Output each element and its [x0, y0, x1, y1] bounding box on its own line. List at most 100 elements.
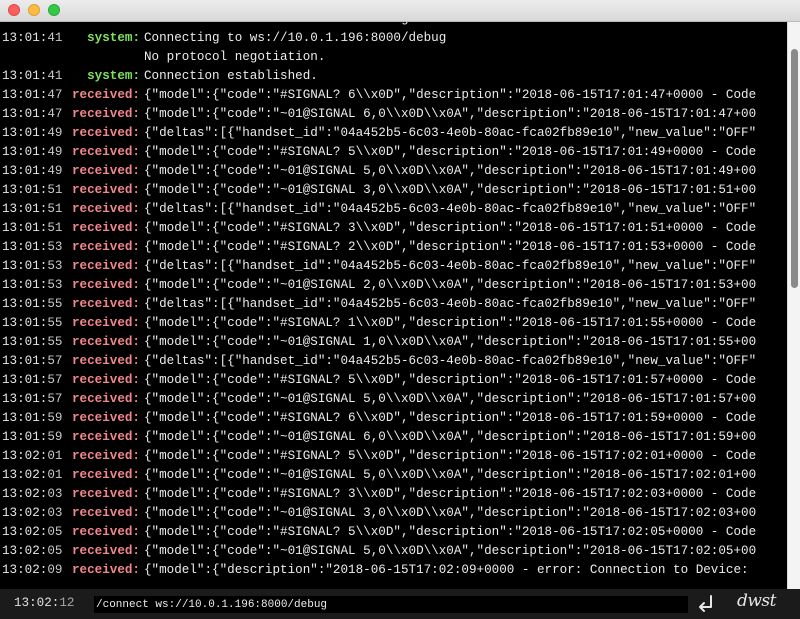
log-source-label: received:	[71, 449, 140, 463]
app-logo: dwst	[737, 591, 777, 611]
enter-return-icon[interactable]	[697, 593, 715, 615]
log-scrollbar[interactable]	[787, 21, 800, 589]
close-window-button[interactable]	[8, 4, 20, 16]
log-row: 13:01:51 received: {"model":{"code":"#SIGN…	[0, 219, 787, 238]
clock: 13:02:12	[14, 596, 74, 610]
log-message-line: {"model":{"code":"~01@SIGNAL 5,0\\x0D\\x…	[144, 544, 757, 558]
log-message: {"deltas":[{"handset_id":"04a452b5-6c03-…	[144, 295, 787, 314]
log-timestamp-hours-minutes: 13:02:	[2, 487, 48, 501]
log-source-label: received:	[71, 411, 140, 425]
log-row: 13:01:41 system: Connection established.	[0, 67, 787, 86]
log-scrollbar-thumb[interactable]	[791, 49, 798, 288]
log-source-label: received:	[71, 468, 140, 482]
log-message: {"deltas":[{"handset_id":"04a452b5-6c03-…	[144, 124, 787, 143]
log-timestamp: 13:02:03	[0, 504, 70, 523]
maximize-window-button[interactable]	[48, 4, 60, 16]
log-timestamp-hours-minutes: 13:02:	[2, 449, 48, 463]
log-source-label: received:	[71, 126, 140, 140]
log-timestamp-hours-minutes: 13:01:	[2, 411, 48, 425]
log-message-line: {"deltas":[{"handset_id":"04a452b5-6c03-…	[144, 126, 757, 140]
log-timestamp-seconds: 53	[47, 240, 63, 254]
log-source-label: received:	[71, 373, 140, 387]
log-timestamp-seconds: 01	[47, 449, 63, 463]
log-timestamp: 13:01:49	[0, 124, 70, 143]
log-message: {"model":{"description":"2018-06-15T17:0…	[144, 561, 787, 579]
log-row: 13:02:05 received: {"model":{"code":"~01@S…	[0, 542, 787, 561]
log-timestamp-seconds: 47	[47, 107, 63, 121]
log-timestamp: 13:01:49	[0, 143, 70, 162]
log-source-label: received:	[71, 544, 140, 558]
log-message-line: {"deltas":[{"handset_id":"04a452b5-6c03-…	[144, 202, 757, 216]
log-message-line: {"deltas":[{"handset_id":"04a452b5-6c03-…	[144, 297, 757, 311]
log-timestamp-seconds: 57	[47, 373, 63, 387]
log-timestamp-hours-minutes: 13:01:	[2, 373, 48, 387]
log-source-label: received:	[71, 278, 140, 292]
log-timestamp-hours-minutes: 13:01:	[2, 278, 48, 292]
log-timestamp: 13:01:53	[0, 238, 70, 257]
log-message: {"model":{"code":"#SIGNAL? 5\\x0D","desc…	[144, 371, 787, 390]
log-message: {"model":{"code":"#SIGNAL? 1\\x0D","desc…	[144, 314, 787, 333]
log-message-line: {"model":{"code":"~01@SIGNAL 3,0\\x0D\\x…	[144, 183, 757, 197]
log-timestamp-hours-minutes: 13:01:	[2, 430, 48, 444]
log-timestamp: 13:02:09	[0, 561, 70, 579]
log-message-line: {"model":{"code":"#SIGNAL? 2\\x0D","desc…	[144, 240, 757, 254]
log-row: 13:01:55 received: {"model":{"code":"~01@S…	[0, 333, 787, 352]
log-timestamp-seconds: 51	[47, 221, 63, 235]
log-timestamp: 13:01:41	[0, 67, 70, 86]
log-source-label: system:	[87, 31, 140, 45]
command-input[interactable]	[94, 596, 688, 613]
log-message: {"model":{"code":"~01@SIGNAL 3,0\\x0D\\x…	[144, 504, 787, 523]
log-message-line: {"model":{"code":"~01@SIGNAL 5,0\\x0D\\x…	[144, 164, 757, 178]
log-message-line: {"model":{"code":"~01@SIGNAL 6,0\\x0D\\x…	[144, 430, 757, 444]
log-source-label: received:	[71, 430, 140, 444]
log-row: 13:02:01 received: {"model":{"code":"~01@S…	[0, 466, 787, 485]
log-timestamp-hours-minutes: 13:01:	[2, 392, 48, 406]
log-message: {"model":{"code":"#SIGNAL? 3\\x0D","desc…	[144, 219, 787, 238]
log-message: {"deltas":[{"handset_id":"04a452b5-6c03-…	[144, 352, 787, 371]
log-timestamp: 13:01:55	[0, 314, 70, 333]
log-source-label: received:	[71, 145, 140, 159]
log-message-line: {"model":{"code":"#SIGNAL? 3\\x0D","desc…	[144, 221, 757, 235]
log-source-label: received:	[71, 88, 140, 102]
log-source-label: received:	[71, 506, 140, 520]
log-source-label: received:	[71, 335, 140, 349]
log-timestamp-seconds: 01	[47, 468, 63, 482]
message-log: 13:01:41command:/connect ws://10.0.1.196…	[0, 10, 787, 579]
log-message: {"model":{"code":"~01@SIGNAL 5,0\\x0D\\x…	[144, 390, 787, 409]
log-message-line: {"model":{"code":"#SIGNAL? 6\\x0D","desc…	[144, 88, 757, 102]
log-timestamp-seconds: 49	[47, 145, 63, 159]
log-timestamp-hours-minutes: 13:01:	[2, 240, 48, 254]
window-titlebar	[0, 0, 800, 22]
log-message-line: {"model":{"code":"~01@SIGNAL 5,0\\x0D\\x…	[144, 468, 757, 482]
log-source-label: received:	[71, 316, 140, 330]
log-message-line: {"model":{"description":"2018-06-15T17:0…	[144, 563, 749, 577]
log-timestamp-hours-minutes: 13:01:	[2, 335, 48, 349]
log-message: {"deltas":[{"handset_id":"04a452b5-6c03-…	[144, 257, 787, 276]
log-row: 13:01:53 received: {"model":{"code":"#SIGN…	[0, 238, 787, 257]
log-timestamp-seconds: 41	[47, 69, 63, 83]
log-message-line: {"model":{"code":"#SIGNAL? 6\\x0D","desc…	[144, 411, 757, 425]
log-timestamp-hours-minutes: 13:01:	[2, 107, 48, 121]
log-row: 13:02:05 received: {"model":{"code":"#SIGN…	[0, 523, 787, 542]
log-timestamp-hours-minutes: 13:02:	[2, 544, 48, 558]
log-row: 13:01:41 system: Connecting to ws://10.0.1…	[0, 29, 787, 67]
log-row: 13:01:49 received: {"model":{"code":"~01@S…	[0, 162, 787, 181]
log-message: Connection established.	[144, 67, 787, 86]
log-message: {"model":{"code":"#SIGNAL? 6\\x0D","desc…	[144, 86, 787, 105]
log-timestamp: 13:01:59	[0, 428, 70, 447]
log-row: 13:02:01 received: {"model":{"code":"#SIGN…	[0, 447, 787, 466]
log-row: 13:01:51 received: {"deltas":[{"handset_id…	[0, 200, 787, 219]
log-message: {"model":{"code":"~01@SIGNAL 3,0\\x0D\\x…	[144, 181, 787, 200]
log-timestamp-seconds: 59	[47, 430, 63, 444]
log-message-line: {"model":{"code":"~01@SIGNAL 2,0\\x0D\\x…	[144, 278, 757, 292]
log-timestamp-hours-minutes: 13:01:	[2, 126, 48, 140]
log-row: 13:01:55 received: {"model":{"code":"#SIGN…	[0, 314, 787, 333]
log-timestamp-seconds: 53	[47, 278, 63, 292]
log-message-line: {"model":{"code":"~01@SIGNAL 6,0\\x0D\\x…	[144, 107, 757, 121]
minimize-window-button[interactable]	[28, 4, 40, 16]
log-timestamp: 13:01:51	[0, 219, 70, 238]
log-message-line: {"deltas":[{"handset_id":"04a452b5-6c03-…	[144, 259, 757, 273]
log-source-label: received:	[71, 164, 140, 178]
log-source-label: received:	[71, 487, 140, 501]
log-timestamp-seconds: 55	[47, 316, 63, 330]
